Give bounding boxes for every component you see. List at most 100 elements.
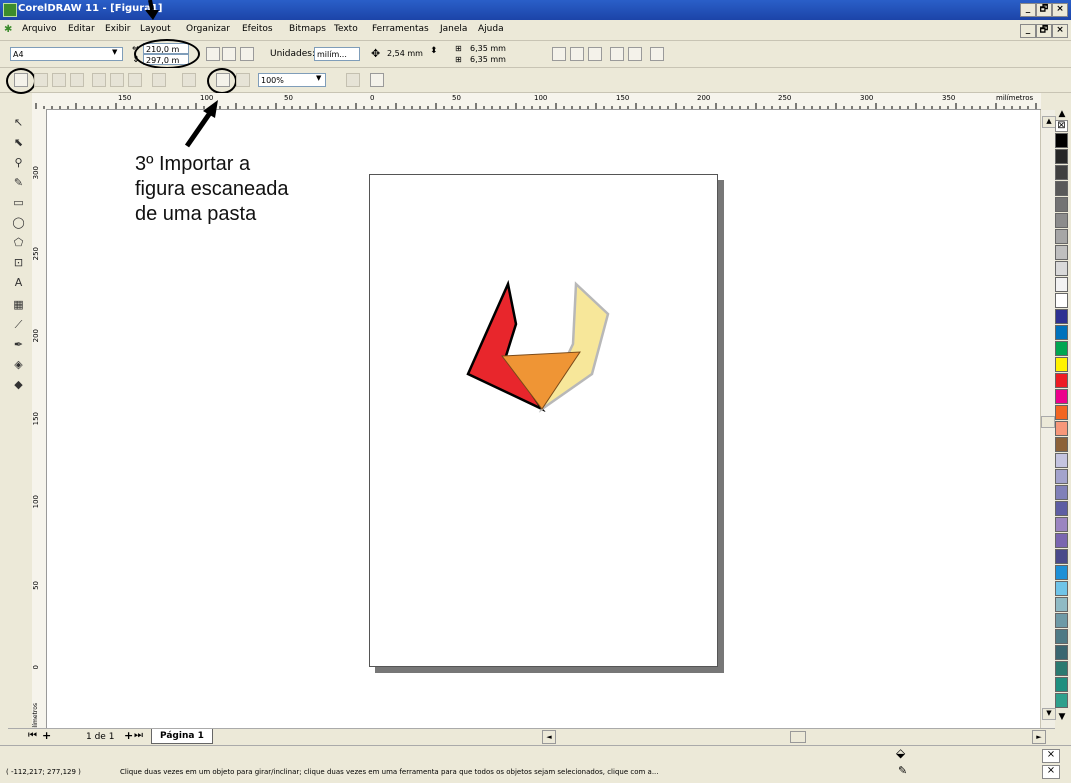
- doc-close-button[interactable]: ×: [1052, 24, 1068, 38]
- paper-size-select[interactable]: A4: [10, 47, 123, 61]
- imported-artwork[interactable]: [460, 278, 620, 414]
- palette-swatch[interactable]: [1055, 181, 1068, 196]
- ellipse-tool-icon[interactable]: ◯: [10, 214, 27, 231]
- export-icon[interactable]: [236, 73, 250, 87]
- menu-janela[interactable]: Janela: [440, 24, 467, 34]
- horizontal-ruler[interactable]: 150 100 50 0 50 100 150 200 250 300 350 …: [32, 93, 1041, 110]
- palette-swatch[interactable]: [1055, 373, 1068, 388]
- palette-swatch[interactable]: [1055, 437, 1068, 452]
- palette-swatch[interactable]: [1055, 661, 1068, 676]
- menu-organizar[interactable]: Organizar: [186, 24, 230, 34]
- palette-swatch[interactable]: [1055, 197, 1068, 212]
- palette-swatch[interactable]: [1055, 149, 1068, 164]
- palette-swatch[interactable]: [1055, 549, 1068, 564]
- page[interactable]: [369, 174, 718, 667]
- no-fill-swatch[interactable]: ⊠: [1055, 120, 1068, 132]
- menu-exibir[interactable]: Exibir: [105, 24, 130, 34]
- open-icon[interactable]: [34, 73, 48, 87]
- palette-swatch[interactable]: [1055, 501, 1068, 516]
- cut-icon[interactable]: [92, 73, 106, 87]
- palette-swatch[interactable]: [1055, 485, 1068, 500]
- menu-efeitos[interactable]: Efeitos: [242, 24, 273, 34]
- nudge-field[interactable]: 2,54 mm: [385, 47, 425, 61]
- close-button[interactable]: ×: [1052, 3, 1068, 17]
- palette-swatch[interactable]: [1055, 693, 1068, 708]
- palette-swatch[interactable]: [1055, 229, 1068, 244]
- save-icon[interactable]: [52, 73, 66, 87]
- palette-swatch[interactable]: [1055, 421, 1068, 436]
- print-icon[interactable]: [70, 73, 84, 87]
- palette-swatch[interactable]: [1055, 293, 1068, 308]
- menu-arquivo[interactable]: Arquivo: [22, 24, 56, 34]
- palette-swatch[interactable]: [1055, 629, 1068, 644]
- restore-button[interactable]: 🗗: [1036, 3, 1052, 17]
- palette-swatch[interactable]: [1055, 613, 1068, 628]
- first-page-icon[interactable]: ⏮: [28, 730, 37, 741]
- palette-swatch[interactable]: [1055, 453, 1068, 468]
- palette-swatch[interactable]: [1055, 565, 1068, 580]
- palette-swatch[interactable]: [1055, 165, 1068, 180]
- palette-swatch[interactable]: [1055, 405, 1068, 420]
- landscape-icon[interactable]: [222, 47, 236, 61]
- horizontal-scroll-thumb[interactable]: [790, 731, 806, 743]
- undo-icon[interactable]: [152, 73, 166, 87]
- shape-tool-icon[interactable]: ⬉: [10, 134, 27, 151]
- document-icon[interactable]: ✱: [4, 24, 14, 35]
- rectangle-tool-icon[interactable]: ▭: [10, 194, 27, 211]
- interactive-fill-tool-icon[interactable]: ◆: [10, 376, 27, 393]
- menu-ajuda[interactable]: Ajuda: [478, 24, 504, 34]
- palette-swatch[interactable]: [1055, 517, 1068, 532]
- duplicate-y-field[interactable]: 6,35 mm: [468, 54, 508, 65]
- eyedropper-tool-icon[interactable]: ⟋: [10, 316, 27, 333]
- application-launcher-icon[interactable]: [346, 73, 360, 87]
- tab-pagina-1[interactable]: Página 1: [151, 729, 213, 744]
- palette-swatch[interactable]: [1055, 261, 1068, 276]
- menu-bitmaps[interactable]: Bitmaps: [289, 24, 326, 34]
- scroll-left-icon[interactable]: ◄: [542, 730, 556, 744]
- polygon-tool-icon[interactable]: ⬠: [10, 234, 27, 251]
- scroll-down-icon[interactable]: ▼: [1042, 708, 1056, 720]
- palette-swatch[interactable]: [1055, 469, 1068, 484]
- vertical-ruler[interactable]: 300 250 200 150 100 50 0 milímetros: [32, 109, 47, 735]
- vertical-scrollbar[interactable]: ▲ ▼: [1040, 110, 1056, 728]
- menu-layout[interactable]: Layout: [140, 24, 171, 34]
- scroll-up-icon[interactable]: ▲: [1042, 116, 1056, 128]
- palette-swatch[interactable]: [1055, 645, 1068, 660]
- doc-minimize-button[interactable]: _: [1020, 24, 1036, 38]
- redo-icon[interactable]: [182, 73, 196, 87]
- treat-as-filled-icon[interactable]: [610, 47, 624, 61]
- palette-swatch[interactable]: [1055, 213, 1068, 228]
- interactive-blend-tool-icon[interactable]: ▦: [10, 296, 27, 313]
- copy-icon[interactable]: [110, 73, 124, 87]
- spinner-icon[interactable]: ⬍: [430, 46, 438, 56]
- palette-swatch[interactable]: [1055, 389, 1068, 404]
- palette-swatch[interactable]: [1055, 597, 1068, 612]
- units-select[interactable]: milím...: [314, 47, 360, 61]
- snap-grid-icon[interactable]: [552, 47, 566, 61]
- paste-icon[interactable]: [128, 73, 142, 87]
- options-icon[interactable]: [650, 47, 664, 61]
- minimize-button[interactable]: _: [1020, 3, 1036, 17]
- zoom-tool-icon[interactable]: ⚲: [10, 154, 27, 171]
- fill-tool-icon[interactable]: ◈: [10, 356, 27, 373]
- palette-swatch[interactable]: [1055, 277, 1068, 292]
- add-page-after-icon[interactable]: +: [124, 729, 133, 742]
- outline-tool-icon[interactable]: ✒: [10, 336, 27, 353]
- text-tool-icon[interactable]: A: [10, 274, 27, 291]
- draw-fill-icon[interactable]: [628, 47, 642, 61]
- palette-swatch[interactable]: [1055, 581, 1068, 596]
- fill-none-icon[interactable]: ⨯: [1042, 749, 1060, 763]
- palette-swatch[interactable]: [1055, 341, 1068, 356]
- last-page-icon[interactable]: ⏭: [134, 730, 143, 741]
- add-page-before-icon[interactable]: +: [42, 729, 51, 742]
- corel-online-icon[interactable]: [370, 73, 384, 87]
- outline-none-icon[interactable]: ⨯: [1042, 765, 1060, 779]
- palette-swatch[interactable]: [1055, 357, 1068, 372]
- palette-scroll-down-icon[interactable]: ▼: [1055, 712, 1069, 724]
- palette-swatch[interactable]: [1055, 309, 1068, 324]
- freehand-tool-icon[interactable]: ✎: [10, 174, 27, 191]
- duplicate-x-field[interactable]: 6,35 mm: [468, 43, 508, 54]
- palette-swatch[interactable]: [1055, 533, 1068, 548]
- basic-shapes-tool-icon[interactable]: ⊡: [10, 254, 27, 271]
- palette-swatch[interactable]: [1055, 133, 1068, 148]
